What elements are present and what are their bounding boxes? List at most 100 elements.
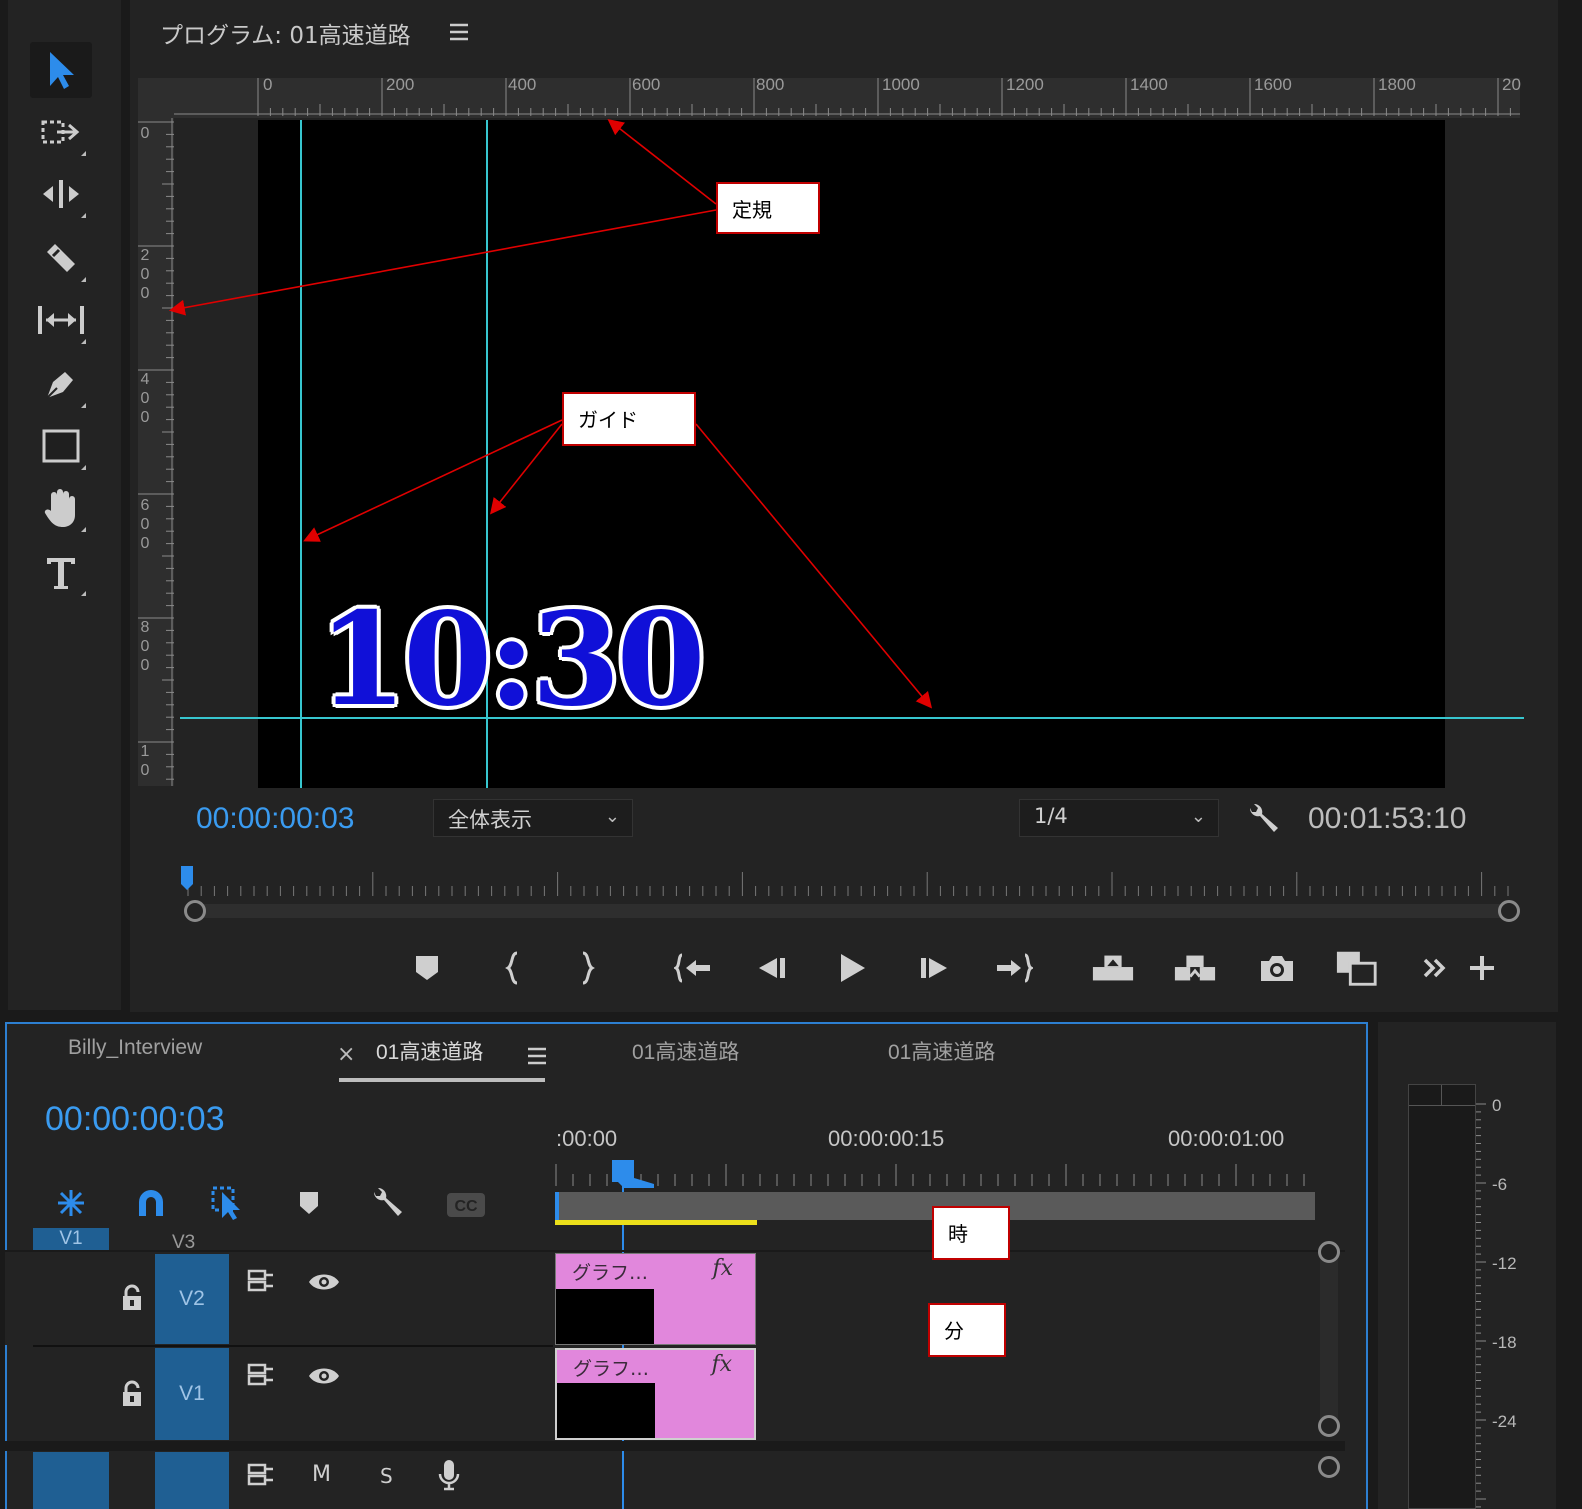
monitor-time-ruler[interactable] xyxy=(176,866,1524,926)
comparison-view-icon xyxy=(1336,951,1377,986)
playback-resolution-value: 1/4 xyxy=(1034,804,1068,828)
meter-db-label: -18 xyxy=(1492,1333,1517,1352)
render-status-bar xyxy=(555,1220,757,1225)
extract-icon xyxy=(1174,955,1216,981)
source-patch-v1[interactable]: V1 xyxy=(33,1228,109,1250)
track-output-eye-icon[interactable] xyxy=(307,1364,341,1392)
voice-over-record-icon[interactable] xyxy=(436,1458,462,1496)
tab-billy-interview[interactable]: Billy_Interview xyxy=(68,1036,202,1060)
source-patch-a1[interactable] xyxy=(33,1452,109,1509)
source-patch-label: V1 xyxy=(59,1228,83,1249)
audio-meter-scale-ticks xyxy=(1476,1103,1486,1508)
plus-icon xyxy=(1470,956,1494,980)
duration-timecode: 00:01:53:10 xyxy=(1308,802,1467,835)
lift-button[interactable] xyxy=(1091,946,1135,990)
double-chevron-right-icon xyxy=(1423,958,1446,978)
go-to-out-icon xyxy=(997,953,1033,983)
callout-hour: 時 xyxy=(932,1206,1010,1260)
work-area-start-handle[interactable] xyxy=(555,1192,559,1220)
clip-thumbnail xyxy=(557,1383,655,1438)
timeline-playhead-icon[interactable] xyxy=(610,1158,656,1196)
snap-magnet-icon[interactable] xyxy=(134,1186,168,1224)
callout-ruler: 定規 xyxy=(716,182,820,234)
meter-db-label: -6 xyxy=(1492,1175,1508,1194)
track-label-v3: V3 xyxy=(172,1232,196,1250)
track-output-eye-icon[interactable] xyxy=(307,1270,341,1298)
meter-db-label: -12 xyxy=(1492,1254,1517,1273)
timeline-ruler-label: 00:00:00:15 xyxy=(828,1126,945,1151)
track-header-v2 xyxy=(5,1252,553,1345)
timeline-ruler-label: 00:00:01:00 xyxy=(1168,1126,1285,1151)
track-lock-icon[interactable] xyxy=(120,1284,144,1316)
wrench-settings-icon[interactable] xyxy=(1246,800,1282,840)
zoom-scroll-handle-left[interactable] xyxy=(184,900,206,922)
export-frame-button[interactable] xyxy=(1255,946,1299,990)
play-button[interactable] xyxy=(830,946,874,990)
mark-out-button[interactable] xyxy=(565,946,609,990)
track-divider xyxy=(33,1345,553,1347)
playhead-timecode[interactable]: 00:00:00:03 xyxy=(196,802,354,836)
track-scrollbar[interactable] xyxy=(1320,1252,1338,1436)
clip-thumbnail xyxy=(556,1289,654,1344)
marker-icon xyxy=(416,956,438,980)
timeline-settings-wrench-icon[interactable] xyxy=(370,1184,406,1224)
button-editor-button[interactable] xyxy=(1460,946,1504,990)
meter-db-label: 0 xyxy=(1492,1096,1502,1115)
sync-lock-icon[interactable] xyxy=(246,1268,276,1298)
more-controls-button[interactable] xyxy=(1413,946,1457,990)
svg-text:CC: CC xyxy=(454,1198,478,1215)
scroll-handle-bottom[interactable] xyxy=(1318,1415,1340,1437)
mark-in-icon xyxy=(505,951,518,985)
mute-track-button[interactable]: M xyxy=(312,1462,331,1487)
playhead-marker-icon[interactable] xyxy=(179,866,195,898)
track-lock-icon[interactable] xyxy=(120,1380,144,1412)
close-tab-icon[interactable]: × xyxy=(337,1042,355,1067)
go-to-in-button[interactable] xyxy=(671,946,715,990)
nest-toggle-icon[interactable] xyxy=(52,1186,90,1224)
timeline-ruler-ticks[interactable] xyxy=(554,1160,1318,1188)
graphic-clip-hour[interactable]: グラフ… fx xyxy=(555,1253,756,1345)
fx-badge: fx xyxy=(712,1256,733,1281)
sync-lock-icon[interactable] xyxy=(246,1462,276,1492)
lift-icon xyxy=(1092,955,1134,981)
clip-name: グラフ… xyxy=(573,1358,650,1380)
tab-sequence[interactable]: 01高速道路 xyxy=(632,1036,739,1066)
timeline-playhead-timecode[interactable]: 00:00:00:03 xyxy=(45,1100,225,1139)
track-target-v2[interactable]: V2 xyxy=(155,1254,229,1344)
add-marker-button[interactable] xyxy=(405,946,449,990)
linked-selection-icon[interactable] xyxy=(210,1184,250,1226)
zoom-scroll-handle-right[interactable] xyxy=(1498,900,1520,922)
scroll-handle-top[interactable] xyxy=(1318,1241,1340,1263)
zoom-level-select[interactable]: 全体表示 ⌄ xyxy=(433,799,633,837)
step-forward-button[interactable] xyxy=(912,946,956,990)
meter-db-label: -24 xyxy=(1492,1412,1517,1431)
tab-sequence[interactable]: 01高速道路 xyxy=(888,1036,995,1066)
clip-name: グラフ… xyxy=(572,1262,649,1284)
audio-scroll-handle-top[interactable] xyxy=(1318,1456,1340,1478)
play-icon xyxy=(841,954,865,982)
fx-badge: fx xyxy=(711,1352,732,1377)
sync-lock-icon[interactable] xyxy=(246,1362,276,1392)
active-tab-underline xyxy=(339,1078,545,1082)
step-back-button[interactable] xyxy=(750,946,794,990)
chevron-down-icon: ⌄ xyxy=(1190,806,1206,827)
track-target-a1[interactable] xyxy=(155,1452,229,1509)
go-to-in-icon xyxy=(674,953,710,983)
comparison-view-button[interactable] xyxy=(1335,946,1379,990)
track-target-v1[interactable]: V1 xyxy=(155,1348,229,1440)
tab-active-sequence[interactable]: 01高速道路 xyxy=(376,1036,483,1066)
track-name: V1 xyxy=(179,1382,205,1405)
extract-button[interactable] xyxy=(1173,946,1217,990)
step-forward-icon xyxy=(921,958,947,978)
graphic-clip-minute[interactable]: グラフ… fx xyxy=(555,1348,756,1440)
mark-in-button[interactable] xyxy=(491,946,535,990)
solo-track-button[interactable]: S xyxy=(380,1464,393,1488)
go-to-out-button[interactable] xyxy=(992,946,1036,990)
chevron-down-icon: ⌄ xyxy=(604,806,620,827)
tab-menu-icon[interactable] xyxy=(526,1046,548,1070)
add-marker-icon[interactable] xyxy=(298,1190,320,1220)
captions-cc-icon[interactable]: CC xyxy=(446,1192,486,1222)
timeline-ruler-label: :00:00 xyxy=(556,1126,618,1151)
playback-resolution-select[interactable]: 1/4 ⌄ xyxy=(1019,799,1219,837)
callout-minute: 分 xyxy=(928,1303,1006,1357)
